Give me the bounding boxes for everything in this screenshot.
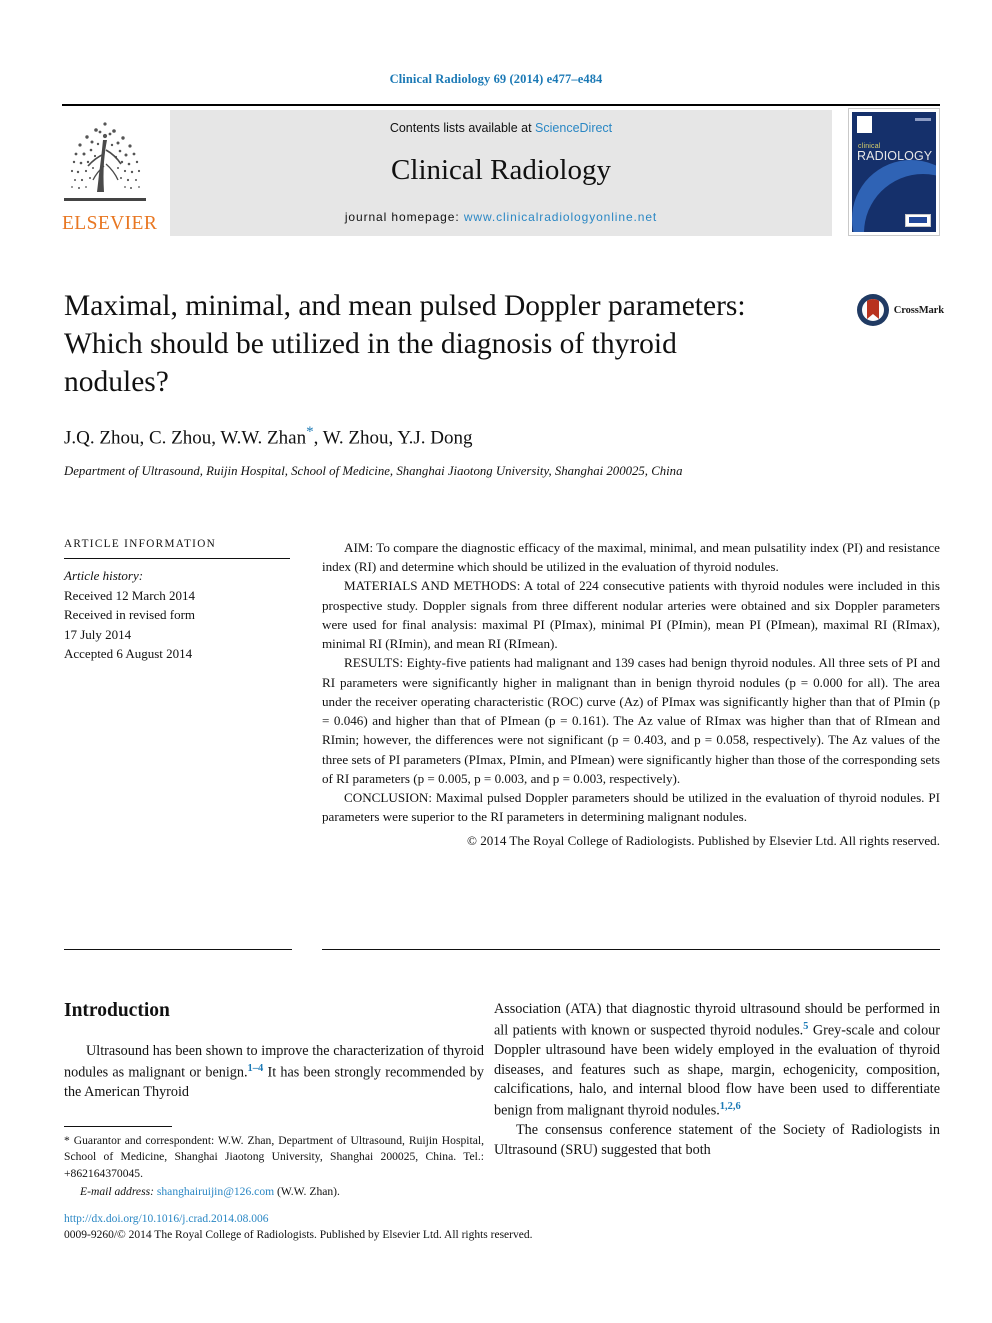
divider-left xyxy=(64,949,292,950)
citation-ref[interactable]: 1,2,6 xyxy=(720,1101,741,1112)
journal-cover-thumbnail: clinical RADIOLOGY xyxy=(848,108,940,236)
abstract-materials-methods: MATERIALS AND METHODS: A total of 224 co… xyxy=(322,578,940,652)
crossmark-logo[interactable]: CrossMark xyxy=(856,294,944,326)
page-title: Maximal, minimal, and mean pulsed Dopple… xyxy=(64,290,746,398)
journal-cover-art: clinical RADIOLOGY xyxy=(852,112,936,232)
cover-title-large: RADIOLOGY xyxy=(857,149,933,163)
author-names-tail: , W. Zhou, Y.J. Dong xyxy=(313,427,473,449)
intro-paragraph-left: Ultrasound has been shown to improve the… xyxy=(64,1042,484,1103)
body-column-left: Introduction Ultrasound has been shown t… xyxy=(64,1000,484,1103)
footer-doi-block: http://dx.doi.org/10.1016/j.crad.2014.08… xyxy=(64,1212,824,1243)
intro-paragraph-right-2: The consensus conference statement of th… xyxy=(494,1122,940,1158)
correspondence-text: * Guarantor and correspondent: W.W. Zhan… xyxy=(64,1134,484,1180)
abstract-aim: AIM: To compare the diagnostic efficacy … xyxy=(322,540,940,575)
corresponding-author-marker: * xyxy=(306,424,314,440)
journal-homepage-link[interactable]: www.clinicalradiologyonline.net xyxy=(464,210,657,224)
email-line: E-mail address: shanghairuijin@126.com (… xyxy=(64,1184,484,1200)
affiliation: Department of Ultrasound, Ruijin Hospita… xyxy=(64,464,683,478)
cover-topright-mark xyxy=(915,118,931,121)
masthead-band: Contents lists available at ScienceDirec… xyxy=(170,110,832,236)
email-owner: (W.W. Zhan). xyxy=(277,1185,340,1199)
elsevier-tree-icon xyxy=(64,122,146,201)
journal-title: Clinical Radiology xyxy=(391,154,611,186)
abstract-results: RESULTS: Eighty-five patients had malign… xyxy=(322,655,940,786)
article-information: ARTICLE INFORMATION Article history: Rec… xyxy=(64,538,292,664)
running-head: Clinical Radiology 69 (2014) e477–e484 xyxy=(389,72,603,86)
contents-prefix: Contents lists available at xyxy=(389,121,532,135)
intro-paragraph-right: Association (ATA) that diagnostic thyroi… xyxy=(494,1000,940,1121)
cover-badge xyxy=(905,214,931,227)
journal-homepage-line: journal homepage: www.clinicalradiologyo… xyxy=(170,210,832,224)
author-names-lead: J.Q. Zhou, C. Zhou, W.W. Zhan xyxy=(64,427,307,449)
citation-ref[interactable]: 1–4 xyxy=(248,1063,264,1074)
abstract-conclusion: CONCLUSION: Maximal pulsed Doppler param… xyxy=(322,790,940,825)
article-history: Article history: Received 12 March 2014 … xyxy=(64,566,292,664)
contents-available-line: Contents lists available at ScienceDirec… xyxy=(170,121,832,135)
journal-masthead: ELSEVIER Contents lists available at Sci… xyxy=(62,104,940,238)
article-history-item: Accepted 6 August 2014 xyxy=(64,646,193,661)
author-list: J.Q. Zhou, C. Zhou, W.W. Zhan*, W. Zhou,… xyxy=(64,424,824,449)
crossmark-badge-icon xyxy=(856,294,889,326)
article-history-item: Received in revised form xyxy=(64,607,196,622)
email-label: E-mail address: xyxy=(80,1185,154,1199)
paper-page: Clinical Radiology 69 (2014) e477–e484 E… xyxy=(0,0,992,1323)
crossmark-label: CrossMark xyxy=(893,304,944,316)
article-history-item: 17 July 2014 xyxy=(64,626,132,642)
sciencedirect-link[interactable]: ScienceDirect xyxy=(535,121,612,135)
abstract: AIM: To compare the diagnostic efficacy … xyxy=(322,538,940,850)
article-information-heading: ARTICLE INFORMATION xyxy=(64,538,217,550)
homepage-prefix: journal homepage: xyxy=(344,210,460,224)
body-column-right: Association (ATA) that diagnostic thyroi… xyxy=(494,1000,940,1160)
divider-right xyxy=(322,949,940,950)
correspondence-footnote: * Guarantor and correspondent: W.W. Zhan… xyxy=(64,1126,484,1201)
article-history-label: Article history: xyxy=(64,568,144,583)
email-link[interactable]: shanghairuijin@126.com xyxy=(157,1185,274,1198)
cover-elsevier-icon xyxy=(857,116,872,133)
article-history-item: Received 12 March 2014 xyxy=(64,587,196,603)
issn-copyright-line: 0009-9260/© 2014 The Royal College of Ra… xyxy=(64,1228,533,1241)
elsevier-logo: ELSEVIER xyxy=(62,110,158,236)
elsevier-wordmark: ELSEVIER xyxy=(62,213,158,234)
doi-link[interactable]: http://dx.doi.org/10.1016/j.crad.2014.08… xyxy=(64,1212,824,1228)
abstract-copyright: © 2014 The Royal College of Radiologists… xyxy=(466,832,940,848)
footnote-rule xyxy=(64,1126,172,1127)
section-heading-introduction: Introduction xyxy=(64,1000,170,1021)
article-information-rule xyxy=(64,558,290,559)
